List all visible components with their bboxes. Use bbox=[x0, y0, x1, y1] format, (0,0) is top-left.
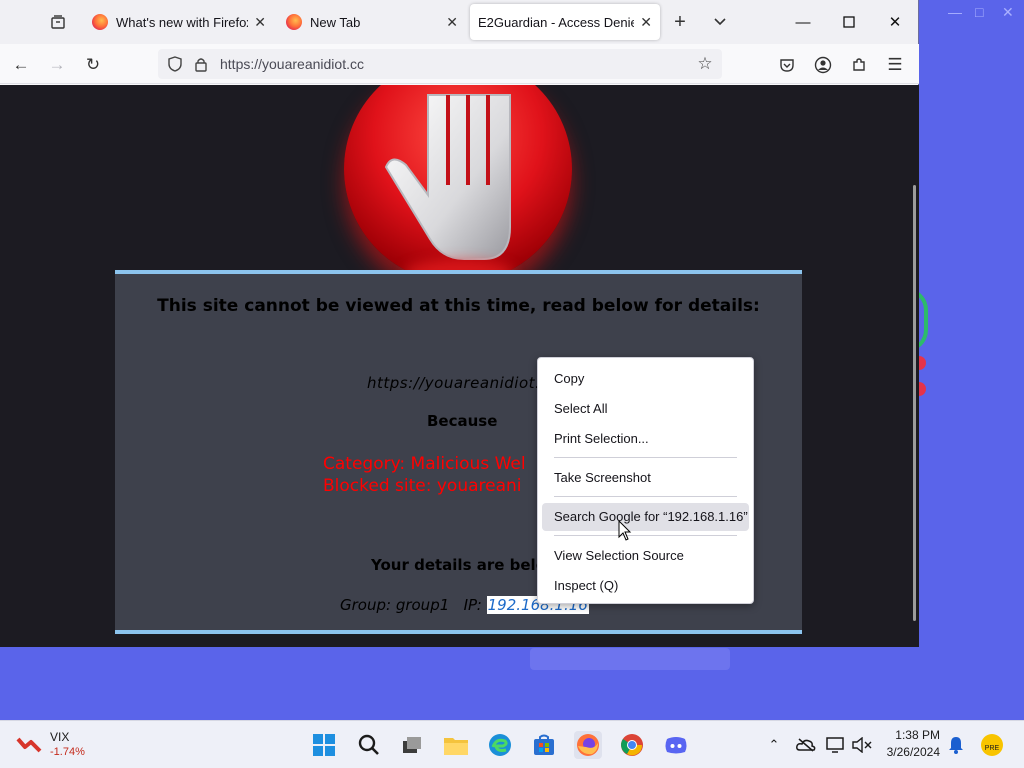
close-icon[interactable]: ✕ bbox=[446, 14, 458, 31]
clock-time[interactable]: 1:38 PM bbox=[884, 728, 940, 742]
file-explorer-icon[interactable] bbox=[442, 731, 470, 759]
edge-browser-icon[interactable] bbox=[486, 731, 514, 759]
task-view-icon[interactable] bbox=[398, 731, 426, 759]
stock-widget[interactable]: VIX -1.74% bbox=[16, 729, 116, 761]
tab-whats-new[interactable]: What's new with Firefox - ✕ bbox=[84, 4, 274, 40]
mouse-cursor-icon bbox=[618, 520, 632, 541]
notification-bell-icon[interactable] bbox=[942, 731, 970, 759]
minimize-icon[interactable]: — bbox=[788, 10, 818, 34]
ip-label: IP: bbox=[463, 596, 482, 614]
firefox-view-icon[interactable] bbox=[46, 10, 70, 34]
browser-window: What's new with Firefox - ✕ New Tab ✕ E2… bbox=[0, 0, 919, 647]
firefox-taskbar-icon[interactable] bbox=[574, 731, 602, 759]
new-tab-plus-icon[interactable]: + bbox=[668, 10, 692, 34]
onedrive-cloud-icon[interactable] bbox=[792, 731, 820, 759]
firefox-icon bbox=[92, 14, 108, 30]
reason-category: Category: Malicious Wel bbox=[323, 454, 526, 474]
start-windows-icon[interactable] bbox=[310, 731, 338, 759]
tab-new-tab[interactable]: New Tab ✕ bbox=[278, 4, 466, 40]
preview-badge-icon[interactable]: PRE bbox=[978, 731, 1006, 759]
discord-icon[interactable] bbox=[662, 731, 690, 759]
list-all-tabs-icon[interactable] bbox=[708, 10, 732, 34]
menu-item-copy[interactable]: Copy bbox=[542, 365, 749, 393]
because-label: Because bbox=[427, 412, 498, 430]
search-icon[interactable] bbox=[355, 731, 383, 759]
pocket-icon[interactable] bbox=[774, 52, 800, 78]
account-icon[interactable] bbox=[810, 52, 836, 78]
stock-chart-icon bbox=[16, 737, 42, 753]
menu-item-inspect[interactable]: Inspect (Q) bbox=[542, 572, 749, 600]
menu-item-print-selection[interactable]: Print Selection... bbox=[542, 425, 749, 453]
shield-icon[interactable] bbox=[166, 55, 184, 73]
svg-text:PRE: PRE bbox=[985, 745, 1000, 752]
volume-muted-icon[interactable] bbox=[848, 731, 876, 759]
firefox-icon bbox=[286, 14, 302, 30]
bg-close-icon: ✕ bbox=[1002, 4, 1014, 20]
url-text: https://youareanidiot.cc bbox=[220, 56, 364, 72]
page-heading: This site cannot be viewed at this time,… bbox=[157, 296, 760, 316]
forward-icon[interactable]: → bbox=[44, 52, 70, 78]
reload-icon[interactable]: ↻ bbox=[80, 52, 106, 78]
menu-item-view-selection-source[interactable]: View Selection Source bbox=[542, 542, 749, 570]
context-menu: Copy Select All Print Selection... Take … bbox=[537, 357, 754, 604]
menu-separator bbox=[554, 535, 737, 536]
menu-item-select-all[interactable]: Select All bbox=[542, 395, 749, 423]
menu-item-search-google[interactable]: Search Google for “192.168.1.16” bbox=[542, 503, 749, 531]
blocked-url: https://youareanidiot.c bbox=[367, 374, 550, 392]
tab-bar: What's new with Firefox - ✕ New Tab ✕ E2… bbox=[0, 0, 918, 44]
chrome-icon[interactable] bbox=[618, 731, 646, 759]
extensions-icon[interactable] bbox=[846, 52, 872, 78]
reason-blocked-site: Blocked site: youareani bbox=[323, 476, 522, 496]
menu-item-take-screenshot[interactable]: Take Screenshot bbox=[542, 464, 749, 492]
close-icon[interactable]: ✕ bbox=[254, 14, 266, 31]
tab-label: E2Guardian - Access Denied bbox=[478, 14, 635, 30]
bg-minimize-icon: — bbox=[948, 4, 962, 20]
tab-label: New Tab bbox=[310, 14, 361, 30]
lock-icon[interactable] bbox=[192, 55, 210, 73]
widget-ticker: VIX bbox=[50, 730, 70, 744]
page-content: This site cannot be viewed at this time,… bbox=[0, 85, 919, 647]
group-text: Group: group1 bbox=[340, 596, 450, 614]
microsoft-store-icon[interactable] bbox=[530, 731, 558, 759]
close-icon[interactable]: ✕ bbox=[640, 14, 652, 31]
maximize-icon[interactable] bbox=[834, 10, 864, 34]
close-window-icon[interactable]: ✕ bbox=[880, 10, 910, 34]
taskbar: VIX -1.74% ⌃ 1:38 PM 3/26/2024 PRE bbox=[0, 720, 1024, 768]
details-heading: Your details are below bbox=[371, 556, 560, 574]
menu-separator bbox=[554, 457, 737, 458]
tab-label: What's new with Firefox - bbox=[116, 14, 249, 30]
back-icon[interactable]: ← bbox=[8, 52, 34, 78]
navigation-toolbar: ← → ↻ https://youareanidiot.cc ☆ ☰ bbox=[0, 44, 919, 84]
chevron-up-icon[interactable]: ⌃ bbox=[760, 731, 788, 759]
tab-access-denied[interactable]: E2Guardian - Access Denied ✕ bbox=[470, 4, 660, 40]
clock-date[interactable]: 3/26/2024 bbox=[884, 745, 940, 759]
widget-change: -1.74% bbox=[50, 746, 85, 758]
stop-hand-logo bbox=[344, 85, 572, 284]
menu-separator bbox=[554, 496, 737, 497]
page-scrollbar[interactable] bbox=[913, 185, 916, 621]
bookmark-star-icon[interactable]: ☆ bbox=[696, 54, 714, 73]
menu-hamburger-icon[interactable]: ☰ bbox=[882, 52, 908, 78]
address-bar[interactable]: https://youareanidiot.cc ☆ bbox=[158, 49, 722, 79]
display-icon[interactable] bbox=[822, 731, 850, 759]
bg-maximize-icon: □ bbox=[975, 4, 984, 20]
background-window-bar bbox=[530, 648, 730, 670]
